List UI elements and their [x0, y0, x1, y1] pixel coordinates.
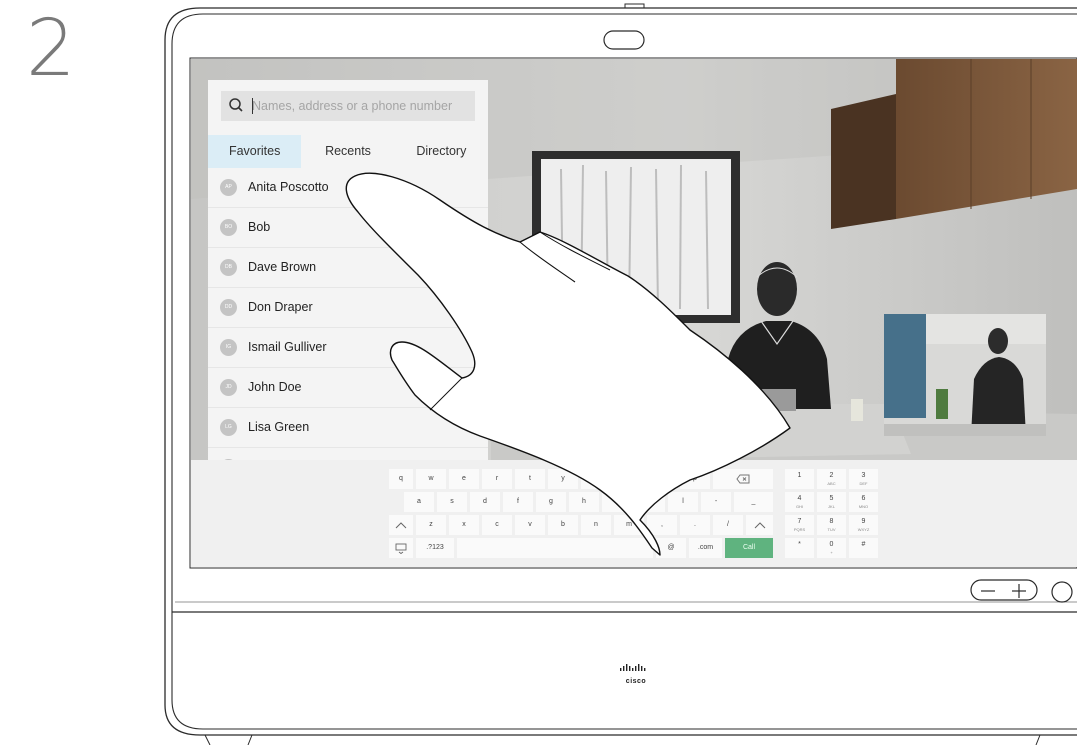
search-box[interactable] — [221, 91, 475, 121]
tab-recents[interactable]: Recents — [301, 135, 394, 168]
tab-directory[interactable]: Directory — [395, 135, 488, 168]
key-x[interactable]: x — [449, 515, 479, 535]
key-s[interactable]: s — [437, 492, 467, 512]
contacts-panel: Favorites Recents Directory AP Anita Posc… — [208, 80, 488, 470]
backspace-icon — [736, 474, 750, 484]
contact-row[interactable]: LG Lisa Green — [208, 407, 488, 447]
dotcom-key[interactable]: .com — [689, 538, 722, 558]
key-k[interactable]: k — [635, 492, 665, 512]
dial-key[interactable]: # — [849, 538, 878, 558]
dial-key[interactable]: 4 GHI — [785, 492, 814, 512]
dial-key[interactable]: 8 TUV — [817, 515, 846, 535]
key-u[interactable]: u — [581, 469, 611, 489]
dial-key[interactable]: 3 DEF — [849, 469, 878, 489]
avatar: DD — [220, 299, 237, 316]
backspace-key[interactable] — [713, 469, 773, 489]
contact-list: AP Anita Poscotto BO Bob DB Dave Brown DD Do… — [208, 168, 488, 470]
shift-icon — [754, 522, 765, 529]
dial-key[interactable]: * — [785, 538, 814, 558]
dial-key[interactable]: 9 WXYZ — [849, 515, 878, 535]
avatar: AP — [220, 179, 237, 196]
dial-key[interactable]: 2 ABC — [817, 469, 846, 489]
key-h[interactable]: h — [569, 492, 599, 512]
key-b[interactable]: b — [548, 515, 578, 535]
avatar: JD — [220, 379, 237, 396]
key-y[interactable]: y — [548, 469, 578, 489]
contact-name: Dave Brown — [248, 260, 317, 274]
dial-key[interactable]: 7 PQRS — [785, 515, 814, 535]
search-input[interactable] — [249, 91, 472, 121]
contact-name: John Doe — [248, 380, 302, 394]
self-view — [884, 314, 1046, 436]
key-r[interactable]: r — [482, 469, 512, 489]
key-j[interactable]: j — [602, 492, 632, 512]
on-screen-keyboard: q w e r t y u i o p a s d f g h j k l - … — [191, 460, 1077, 567]
key-w[interactable]: w — [416, 469, 446, 489]
contact-row[interactable]: BO Bob — [208, 207, 488, 247]
text-caret — [252, 98, 253, 114]
avatar: BO — [220, 219, 237, 236]
key-l[interactable]: l — [668, 492, 698, 512]
keyboard-hide-icon — [395, 543, 407, 555]
contact-name: Lisa Green — [248, 420, 310, 434]
search-icon — [229, 98, 243, 112]
key-a[interactable]: a — [404, 492, 434, 512]
contact-row[interactable]: DD Don Draper — [208, 287, 488, 327]
contact-row[interactable]: JD John Doe — [208, 367, 488, 407]
contact-name: Don Draper — [248, 300, 313, 314]
screen: Favorites Recents Directory AP Anita Posc… — [191, 59, 1077, 567]
volume-down-icon[interactable] — [980, 583, 996, 599]
contact-tabs: Favorites Recents Directory — [208, 135, 488, 168]
key-comma[interactable]: , — [647, 515, 677, 535]
key-g[interactable]: g — [536, 492, 566, 512]
tab-favorites[interactable]: Favorites — [208, 135, 302, 168]
shift-icon — [395, 522, 407, 529]
key-at[interactable]: @ — [656, 538, 686, 558]
key-z[interactable]: z — [416, 515, 446, 535]
key-q[interactable]: q — [389, 469, 413, 489]
space-key[interactable] — [457, 538, 653, 558]
key-f[interactable]: f — [503, 492, 533, 512]
key-dash[interactable]: - — [701, 492, 731, 512]
contact-row[interactable]: IG Ismail Gulliver — [208, 327, 488, 367]
contact-row[interactable]: DB Dave Brown — [208, 247, 488, 287]
brand-logo: cisco — [611, 660, 661, 685]
key-v[interactable]: v — [515, 515, 545, 535]
contact-name: Ismail Gulliver — [248, 340, 327, 354]
dial-key[interactable]: 6 MNO — [849, 492, 878, 512]
key-underscore[interactable]: _ — [734, 492, 773, 512]
shift-key-right[interactable] — [746, 515, 773, 535]
contact-name: Anita Poscotto — [248, 180, 329, 194]
dial-key[interactable]: 5 JKL — [817, 492, 846, 512]
avatar: IG — [220, 339, 237, 356]
key-i[interactable]: i — [614, 469, 644, 489]
call-button[interactable]: Call — [725, 538, 773, 558]
avatar: DB — [220, 259, 237, 276]
dial-key[interactable]: 1 — [785, 469, 814, 489]
key-o[interactable]: o — [647, 469, 677, 489]
symbols-key[interactable]: .?123 — [416, 538, 454, 558]
key-t[interactable]: t — [515, 469, 545, 489]
key-n[interactable]: n — [581, 515, 611, 535]
dial-key[interactable]: 0 + — [817, 538, 846, 558]
key-m[interactable]: m — [614, 515, 644, 535]
avatar: LG — [220, 419, 237, 436]
hide-keyboard-key[interactable] — [389, 538, 413, 558]
contact-row[interactable]: AP Anita Poscotto — [208, 168, 488, 207]
key-e[interactable]: e — [449, 469, 479, 489]
key-slash[interactable]: / — [713, 515, 743, 535]
contact-name: Bob — [248, 220, 271, 234]
camera-icon — [603, 30, 645, 50]
key-p[interactable]: p — [680, 469, 710, 489]
key-c[interactable]: c — [482, 515, 512, 535]
shift-key-left[interactable] — [389, 515, 413, 535]
key-d[interactable]: d — [470, 492, 500, 512]
power-icon[interactable] — [1050, 580, 1074, 604]
key-period[interactable]: . — [680, 515, 710, 535]
volume-up-icon[interactable] — [1011, 583, 1027, 599]
